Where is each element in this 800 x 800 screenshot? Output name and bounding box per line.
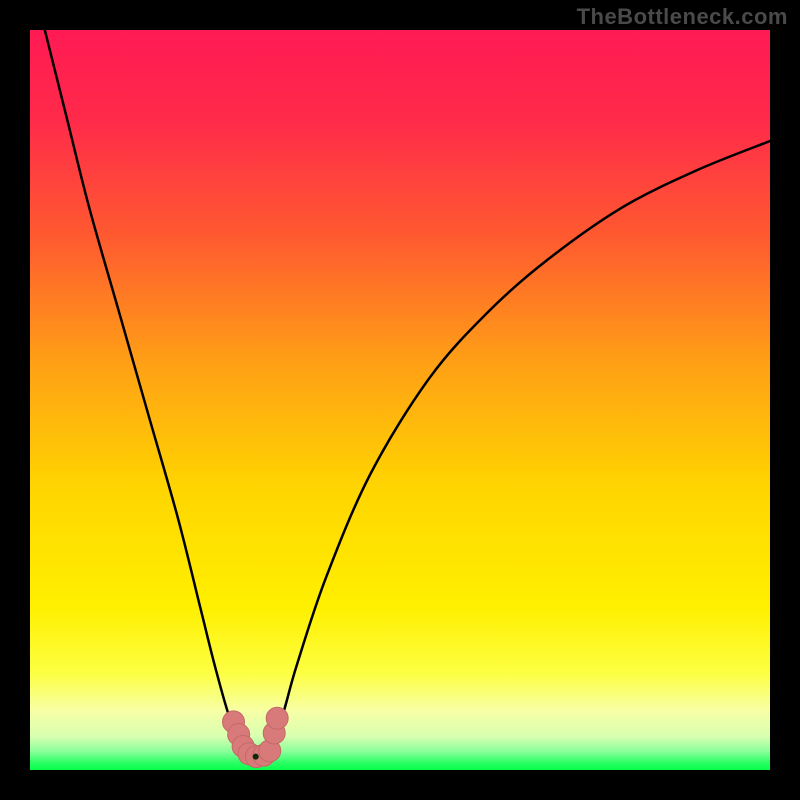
marker-cluster [223,707,289,767]
minimum-dot [253,754,259,760]
bottleneck-curve [45,30,770,759]
plot-area [30,30,770,770]
chart-frame: TheBottleneck.com [0,0,800,800]
marker-dot [266,707,288,729]
watermark-text: TheBottleneck.com [577,4,788,30]
bottleneck-curve-svg [30,30,770,770]
